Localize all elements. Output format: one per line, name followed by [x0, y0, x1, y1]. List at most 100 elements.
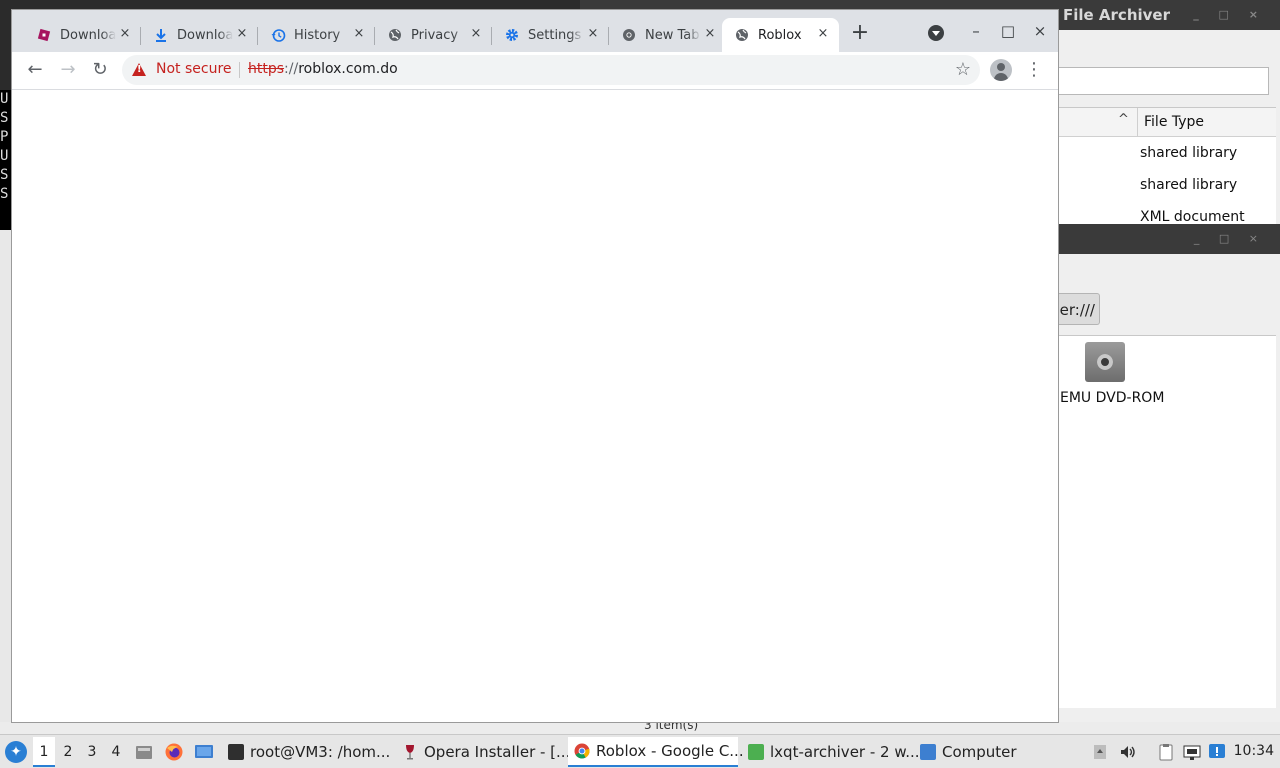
omnibox-divider	[239, 62, 240, 78]
volume-icon[interactable]	[1119, 743, 1137, 761]
task-label: Computer	[942, 743, 1017, 761]
wine-icon	[402, 744, 418, 760]
tray-expand-icon[interactable]	[1091, 743, 1109, 761]
close-tab-icon[interactable]: ×	[351, 26, 367, 42]
terminal-text: U	[0, 91, 9, 107]
address-bar[interactable]: Not secure https://roblox.com.do ☆	[122, 55, 980, 85]
archiver-path-input[interactable]	[1058, 67, 1269, 95]
background-status-strip: 3 item(s)	[0, 718, 1280, 734]
forward-button[interactable]: →	[55, 57, 81, 83]
maximize-button[interactable]: □	[996, 20, 1020, 42]
tab-privacy[interactable]: Privacy ×	[375, 18, 492, 52]
table-cell-file-type[interactable]: shared library	[1140, 177, 1237, 193]
terminal-window-edge: U S P U S S	[0, 90, 12, 230]
task-archiver[interactable]: lxqt-archiver - 2 w...	[742, 737, 920, 767]
start-menu-icon[interactable]: ✦	[5, 741, 27, 763]
new-tab-button[interactable]: +	[848, 22, 872, 46]
firefox-launcher-icon[interactable]	[164, 742, 184, 762]
archiver-window-controls[interactable]: _ □ ×	[1193, 8, 1266, 21]
back-button[interactable]: ←	[22, 57, 48, 83]
network-icon[interactable]	[1183, 743, 1201, 761]
archiver-table-header[interactable]: ^ File Type	[1058, 108, 1276, 137]
security-indicator[interactable]: Not secure	[156, 61, 232, 77]
taskbar: ✦ 1 2 3 4 root@VM3: /hom... Opera Instal…	[0, 734, 1280, 768]
tab-strip: Downloads × Downloads × History × Privac…	[12, 10, 1058, 52]
close-tab-icon[interactable]: ×	[117, 26, 133, 42]
terminal-icon	[228, 744, 244, 760]
clipboard-icon[interactable]	[1157, 743, 1175, 761]
workspace-1[interactable]: 1	[33, 737, 55, 767]
terminal-text: S	[0, 186, 9, 202]
workspace-3[interactable]: 3	[81, 737, 103, 767]
dvd-drive-label[interactable]: EMU DVD-ROM	[1060, 390, 1164, 406]
file-manager-titlebar[interactable]: _ □ ×	[1058, 224, 1280, 254]
tab-new-tab[interactable]: New Tab ×	[609, 18, 726, 52]
table-cell-file-type[interactable]: shared library	[1140, 145, 1237, 161]
task-label: Roblox - Google C...	[596, 742, 744, 760]
table-cell-file-type[interactable]: XML document	[1140, 209, 1245, 225]
archiver-icon	[748, 744, 764, 760]
chrome-window: Downloads × Downloads × History × Privac…	[12, 10, 1058, 722]
task-computer[interactable]: Computer	[914, 737, 1024, 767]
tab-roblox[interactable]: Roblox ×	[722, 18, 839, 52]
sort-ascending-icon[interactable]: ^	[1118, 112, 1129, 127]
warning-icon[interactable]	[132, 63, 146, 76]
column-header-file-type[interactable]: File Type	[1144, 114, 1204, 130]
archiver-window: ^ File Type shared library shared librar…	[1058, 30, 1280, 225]
terminal-text: S	[0, 110, 9, 126]
bookmark-star-icon[interactable]: ☆	[952, 59, 974, 81]
close-tab-icon[interactable]: ×	[585, 26, 601, 42]
close-window-button[interactable]: ×	[1028, 20, 1052, 42]
close-tab-icon[interactable]: ×	[815, 26, 831, 42]
globe-icon	[734, 27, 750, 43]
tab-search-icon[interactable]	[928, 25, 944, 41]
task-opera-installer[interactable]: Opera Installer - [...	[396, 737, 570, 767]
reload-button[interactable]: ↻	[87, 57, 113, 83]
chrome-icon	[621, 27, 637, 43]
gear-icon	[504, 27, 520, 43]
close-tab-icon[interactable]: ×	[234, 26, 250, 42]
close-tab-icon[interactable]: ×	[702, 26, 718, 42]
file-manager-launcher-icon[interactable]	[134, 742, 154, 762]
column-divider	[1137, 108, 1138, 136]
tab-label: History	[294, 27, 341, 43]
task-label: lxqt-archiver - 2 w...	[770, 743, 920, 761]
tab-label: Downloads	[177, 27, 233, 43]
tab-downloads[interactable]: Downloads ×	[141, 18, 258, 52]
tab-history[interactable]: History ×	[258, 18, 375, 52]
task-chrome-roblox[interactable]: Roblox - Google C...	[568, 737, 744, 767]
tab-downloads-roblox[interactable]: Downloads ×	[24, 18, 141, 52]
url-text[interactable]: https://roblox.com.do	[248, 61, 398, 77]
download-icon	[153, 27, 169, 43]
show-desktop-icon[interactable]	[194, 742, 214, 762]
chrome-icon	[574, 743, 590, 759]
archiver-title: File Archiver	[1063, 6, 1170, 24]
file-manager-window-controls[interactable]: _ □ ×	[1194, 232, 1266, 245]
workspace-2[interactable]: 2	[57, 737, 79, 767]
profile-avatar-icon[interactable]	[990, 59, 1012, 81]
workspace-4[interactable]: 4	[105, 737, 127, 767]
background-window-edge	[0, 230, 12, 734]
tab-settings[interactable]: Settings ×	[492, 18, 609, 52]
clock[interactable]: 10:34	[1234, 743, 1274, 759]
tab-label: New Tab	[645, 27, 700, 43]
terminal-text: P	[0, 129, 9, 145]
terminal-text: U	[0, 148, 9, 164]
globe-icon	[387, 27, 403, 43]
browser-menu-button[interactable]: ⋮	[1024, 57, 1044, 83]
dvd-drive-icon[interactable]	[1085, 342, 1125, 382]
task-terminal[interactable]: root@VM3: /hom...	[222, 737, 390, 767]
tab-label: Privacy	[411, 27, 459, 43]
tab-label: Roblox	[758, 27, 802, 43]
location-path-button[interactable]: er:///	[1058, 293, 1100, 325]
page-content	[12, 90, 1058, 722]
task-label: root@VM3: /hom...	[250, 743, 391, 761]
notification-icon[interactable]	[1208, 743, 1226, 761]
file-view: EMU DVD-ROM	[1058, 335, 1276, 708]
archiver-file-table: ^ File Type shared library shared librar…	[1058, 107, 1276, 225]
file-manager-window: er:/// EMU DVD-ROM	[1058, 254, 1280, 734]
roblox-icon	[36, 27, 52, 43]
minimize-button[interactable]: –	[964, 20, 988, 42]
tab-label: Settings	[528, 27, 582, 43]
close-tab-icon[interactable]: ×	[468, 26, 484, 42]
